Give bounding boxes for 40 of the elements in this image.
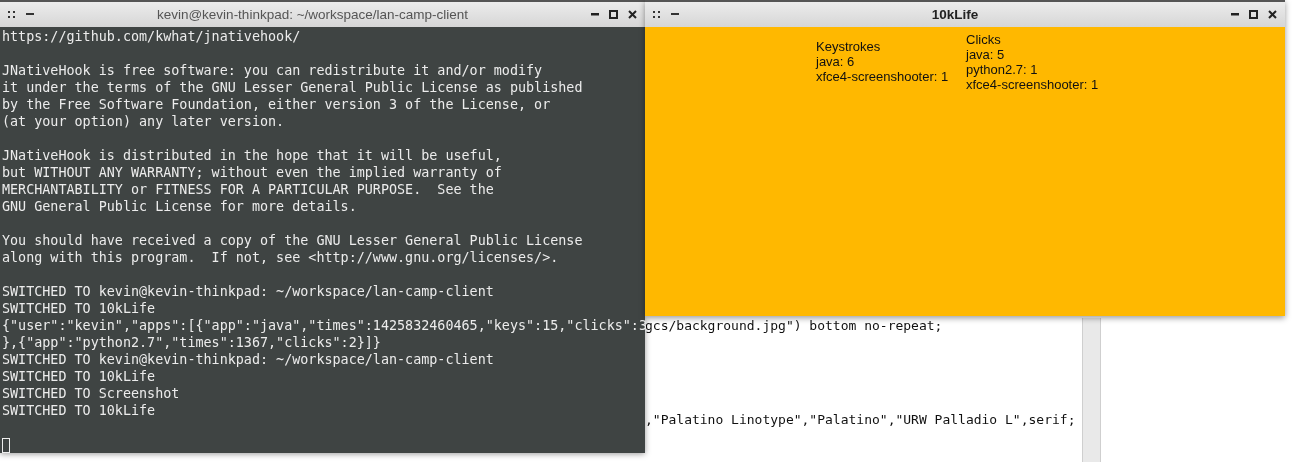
terminal-line: You should have received a copy of the GNU Lesser General Public License [2,233,583,248]
minimize-icon[interactable] [591,13,599,16]
count-entry: python2.7: 1 [966,62,1039,77]
window-title: 10kLife [930,7,980,22]
panel-heading: Clicks [966,32,1002,47]
scrollbar[interactable] [1082,318,1101,462]
terminal-line: SWITCHED TO kevin@kevin-thinkpad: ~/workspace/lan-camp-client [2,352,494,367]
terminal-line: it under the terms of the GNU Lesser General Public License as published [2,80,583,95]
terminal-line: SWITCHED TO Screenshot [2,386,180,401]
count-entry: xfce4-screenshooter: 1 [816,69,950,84]
count-entry: java: 6 [816,54,856,69]
terminal-line: (at your option) any later version. [2,114,285,129]
terminal-line: along with this program. If not, see <http://www.gnu.org/licenses/>. [2,250,559,265]
terminal-line: GNU General Public License for more details. [2,199,357,214]
terminal-line: SWITCHED TO 10kLife [2,301,156,316]
terminal-line: MERCHANTABILITY or FITNESS FOR A PARTICULAR PURPOSE. See the [2,182,494,197]
maximize-icon[interactable] [1249,10,1258,19]
terminal-line: SWITCHED TO 10kLife [2,403,156,418]
terminal-line: SWITCHED TO kevin@kevin-thinkpad: ~/workspace/lan-camp-client [2,284,494,299]
count-entry: xfce4-screenshooter: 1 [966,77,1099,92]
panel-heading: Keystrokes [816,39,882,54]
terminal-line: by the Free Software Foundation, either version 3 of the License, or [2,97,551,112]
terminal-line: JNativeHook is free software: you can redistribute it and/or modify [2,63,543,78]
window-title: kevin@kevin-thinkpad: ~/workspace/lan-camp-client [155,7,470,22]
close-icon[interactable] [628,10,637,19]
shade-icon[interactable] [671,13,679,16]
minimize-icon[interactable] [1231,13,1239,16]
terminal-line: SWITCHED TO 10kLife [2,369,156,384]
terminal-line: https://github.com/kwhat/jnativehook/ [2,29,301,44]
terminal-line: },{"app":"python2.7","times":1367,"clicks":2}]} [2,335,381,350]
code-line: gcs/background.jpg") bottom no-repeat; [645,318,943,334]
window-menu-icon[interactable] [653,10,661,19]
close-icon[interactable] [1268,10,1277,19]
code-line: ,"Palatino Linotype","Palatino","URW Palladio L",serif; [645,412,1076,428]
terminal-line: but WITHOUT ANY WARRANTY; without even the implied warranty of [2,165,502,180]
shade-icon[interactable] [26,13,34,16]
terminal-line: JNativeHook is distributed in the hope that it will be useful, [2,148,502,163]
maximize-icon[interactable] [609,10,618,19]
window-menu-icon[interactable] [8,10,16,19]
count-entry: java: 5 [966,47,1006,62]
